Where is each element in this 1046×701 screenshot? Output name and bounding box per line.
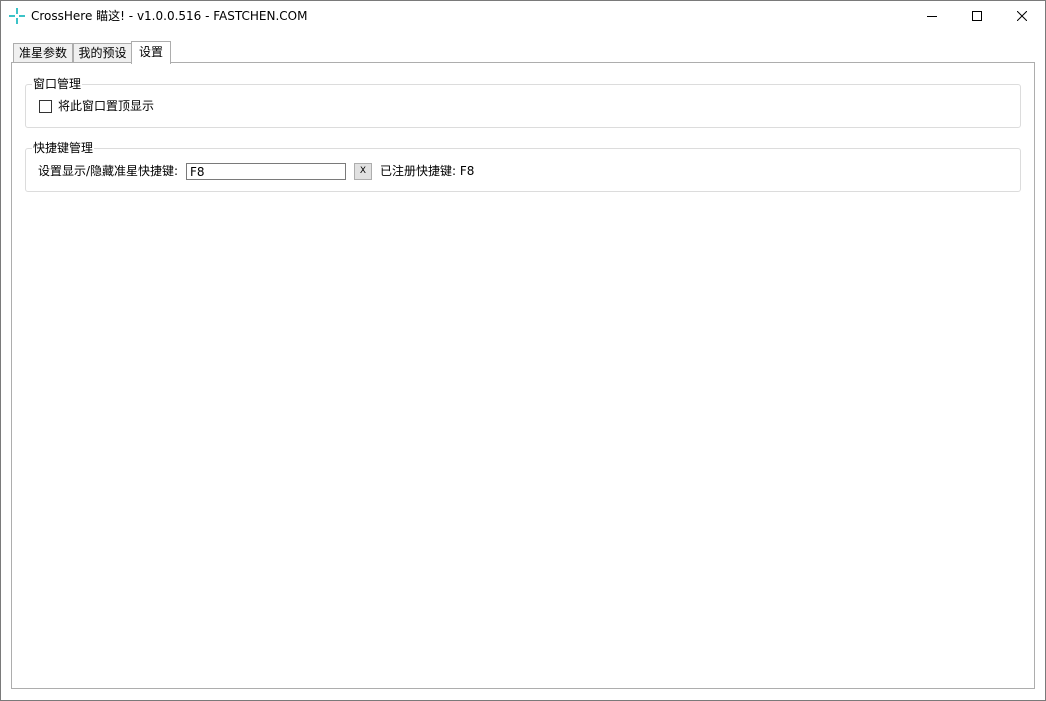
topmost-checkbox[interactable]	[39, 100, 52, 113]
tab-crosshair-params[interactable]: 准星参数	[13, 43, 73, 62]
registered-hotkey-status: 已注册快捷键: F8	[380, 164, 475, 178]
crosshair-icon	[9, 8, 25, 24]
window-title: CrossHere 瞄这! - v1.0.0.516 - FASTCHEN.CO…	[31, 9, 308, 23]
minimize-button[interactable]	[909, 1, 955, 31]
close-button[interactable]	[999, 1, 1045, 31]
hotkey-management-legend: 快捷键管理	[32, 141, 95, 155]
close-icon	[1017, 11, 1027, 21]
clear-hotkey-button[interactable]: X	[354, 163, 372, 180]
minimize-icon	[927, 16, 937, 17]
tab-my-presets[interactable]: 我的预设	[73, 43, 132, 62]
tab-settings[interactable]: 设置	[131, 41, 171, 64]
window-management-legend: 窗口管理	[32, 77, 83, 91]
title-bar[interactable]: CrossHere 瞄这! - v1.0.0.516 - FASTCHEN.CO…	[1, 1, 1045, 31]
maximize-button[interactable]	[954, 1, 1000, 31]
topmost-checkbox-label[interactable]: 将此窗口置顶显示	[58, 99, 154, 113]
hotkey-label: 设置显示/隐藏准星快捷键:	[38, 164, 179, 178]
window-management-group	[25, 84, 1021, 128]
hotkey-input[interactable]	[186, 163, 346, 180]
maximize-icon	[972, 11, 982, 21]
